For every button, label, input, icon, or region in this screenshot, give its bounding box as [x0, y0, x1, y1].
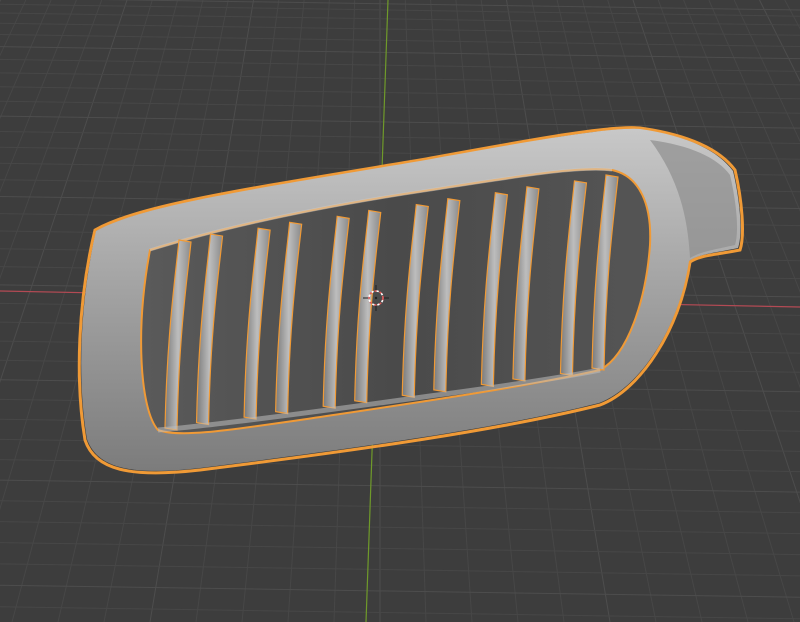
3d-viewport[interactable]: [0, 0, 800, 622]
grid-line: [0, 500, 800, 514]
grid-line: [0, 115, 800, 129]
grid-line: [0, 86, 800, 100]
viewport-canvas[interactable]: [0, 0, 800, 622]
grid-line: [0, 0, 77, 193]
grid-line: [0, 563, 800, 577]
grid-line: [0, 0, 52, 120]
grid-line: [733, 0, 800, 143]
grid-line: [0, 22, 800, 36]
grid-line: [0, 34, 800, 48]
grid-line: [0, 0, 1, 3]
grid-line: [0, 479, 800, 493]
grid-line: [99, 0, 800, 11]
grid-line: [0, 0, 27, 57]
grid-line: [0, 58, 800, 72]
grid-line: [0, 72, 800, 86]
grid-line: [0, 584, 800, 598]
grid-line: [0, 542, 800, 556]
grid-line: [708, 0, 800, 212]
grid-line: [657, 0, 800, 389]
grid-line: [0, 606, 800, 620]
grid-line: [784, 0, 800, 30]
grille-object[interactable]: [77, 126, 744, 475]
grid-line: [0, 46, 800, 60]
